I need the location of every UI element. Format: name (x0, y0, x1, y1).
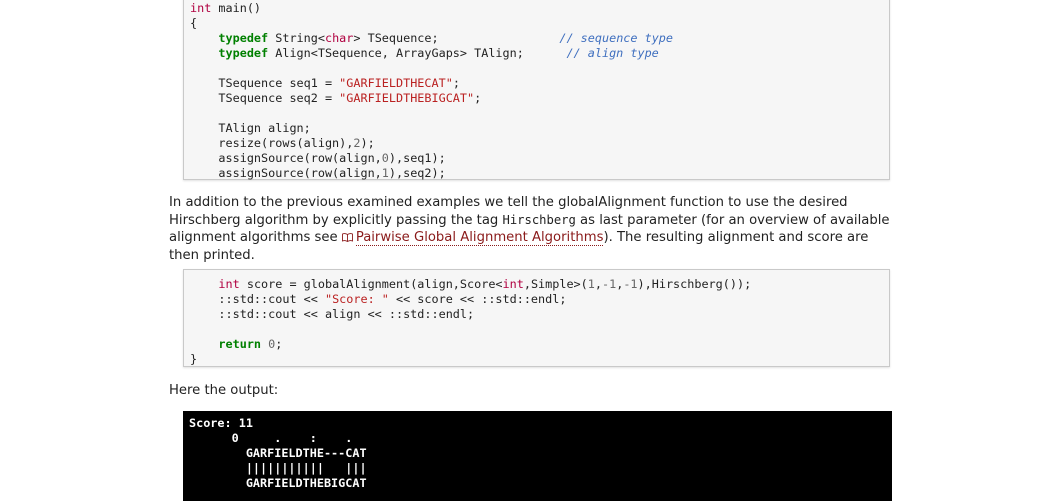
code-token: , (594, 277, 602, 291)
code-listing: int score = globalAlignment(align,Score<… (190, 277, 751, 367)
code-token: } (190, 352, 198, 366)
code-block-score: int score = globalAlignment(align,Score<… (183, 269, 890, 367)
code-spacing (439, 31, 560, 45)
code-token: Align<TSequence, ArrayGaps> TAlign; (268, 46, 524, 60)
code-token: ),seq1); (388, 151, 446, 165)
code-type: int (218, 277, 240, 291)
pairwise-global-alignment-link[interactable]: Pairwise Global Alignment Algorithms (355, 230, 604, 247)
output-heading: Here the output: (169, 383, 279, 398)
code-comment: // align type (566, 46, 659, 60)
output-line: GARFIELDTHEBIGCAT (189, 476, 367, 490)
program-output-console: Score: 11 0 . : . GARFIELDTHE---CAT ||||… (183, 411, 892, 501)
code-type: char (324, 31, 354, 45)
output-listing: Score: 11 0 . : . GARFIELDTHE---CAT ||||… (189, 416, 367, 491)
code-token: score = globalAlignment(align,Score< (239, 277, 503, 291)
code-number: 1 (381, 166, 389, 180)
book-icon (341, 233, 353, 243)
code-token: String< (268, 31, 325, 45)
code-string: "Score: " (324, 292, 389, 306)
code-token: int (190, 1, 212, 15)
code-token: ; (275, 337, 283, 351)
code-spacing (524, 46, 567, 60)
description-paragraph: In addition to the previous examined exa… (169, 194, 899, 264)
code-comment: // sequence type (559, 31, 674, 45)
code-token: { (190, 16, 198, 30)
output-line: GARFIELDTHE---CAT (189, 446, 367, 460)
code-token: TAlign align; (218, 121, 311, 135)
code-token: main() (211, 1, 262, 15)
code-string: "GARFIELDTHEBIGCAT" (339, 91, 475, 105)
code-token: ),seq2); (388, 166, 446, 180)
code-keyword: return (218, 337, 262, 351)
code-token: ::std::cout << (218, 292, 325, 306)
code-token: ); (360, 136, 375, 150)
code-token: resize(rows(align), (218, 136, 354, 150)
code-block-main: int main() { typedef String<char> TSeque… (183, 0, 890, 180)
code-token: ::std::cout << align << ::std::endl; (218, 307, 475, 321)
code-token: assignSource(row(align, (218, 151, 382, 165)
code-token: ,Simple>( (523, 277, 588, 291)
code-token: TSequence seq2 = (218, 91, 340, 105)
output-line: ||||||||||| ||| (189, 461, 367, 475)
code-token: > TSequence; (353, 31, 439, 45)
code-token: assignSource(row(align, (218, 166, 382, 180)
code-type: int (502, 277, 524, 291)
code-number: -1 (601, 277, 617, 291)
code-token: ; (452, 76, 460, 90)
code-token: << score << ::std::endl; (388, 292, 567, 306)
code-number: 1 (587, 277, 595, 291)
code-number: -1 (623, 277, 638, 291)
code-keyword: typedef (218, 46, 269, 60)
output-line: 0 . : . (189, 431, 353, 445)
code-keyword: typedef (218, 31, 269, 45)
code-listing: int main() { typedef String<char> TSeque… (190, 1, 673, 181)
code-string: "GARFIELDTHECAT" (339, 76, 453, 90)
code-token: ),Hirschberg()); (637, 277, 752, 291)
output-line: Score: 11 (189, 416, 253, 430)
code-token: TSequence seq1 = (218, 76, 340, 90)
code-token: ; (474, 91, 482, 105)
code-number: 0 (381, 151, 389, 165)
inline-code-tag: Hirschberg (502, 212, 576, 227)
